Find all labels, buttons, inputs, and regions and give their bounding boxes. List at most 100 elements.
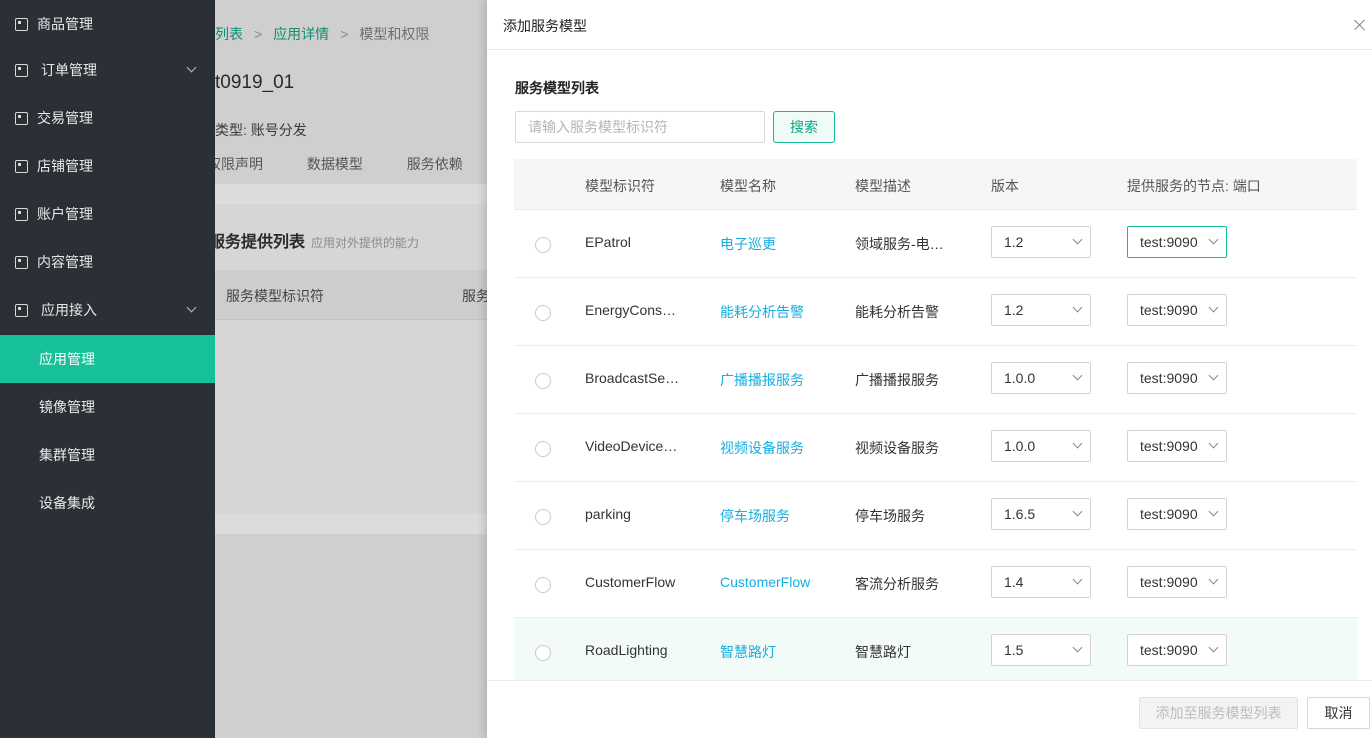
chevron-down-icon <box>186 62 197 73</box>
row-radio[interactable] <box>535 305 551 321</box>
card-subtitle: 应用对外提供的能力 <box>311 236 420 250</box>
content-icon <box>15 255 28 269</box>
version-value: 1.0.0 <box>1004 438 1036 454</box>
app-access-icon <box>15 303 28 317</box>
row-radio[interactable] <box>535 577 551 593</box>
table-row[interactable]: EnergyConsumption 能耗分析告警 能耗分析告警 1.2 test… <box>514 278 1357 346</box>
model-id: RoadLighting <box>585 642 668 658</box>
row-radio[interactable] <box>535 237 551 253</box>
version-value: 1.4 <box>1004 574 1024 590</box>
node-value: test:9090 <box>1140 506 1198 522</box>
service-model-table: 模型标识符 模型名称 模型描述 版本 提供服务的节点: 端口 EPatrol 电… <box>514 159 1357 686</box>
model-id: CustomerFlow <box>585 574 676 590</box>
sidebar-subitem-cluster-management[interactable]: 集群管理 <box>0 431 215 479</box>
model-name-link[interactable]: 能耗分析告警 <box>720 302 818 322</box>
node-select[interactable]: test:9090 <box>1127 634 1227 666</box>
breadcrumb-link-app-detail[interactable]: 应用详情 <box>273 26 329 42</box>
table-row[interactable]: parking 停车场服务 停车场服务 1.6.5 test:9090 <box>514 482 1357 550</box>
sidebar-subitem-image-management[interactable]: 镜像管理 <box>0 383 215 431</box>
page-header: 列表>应用详情>模型和权限 t0919_01 类型: 账号分发 权限声明 数据模… <box>215 0 487 184</box>
add-service-model-drawer: 添加服务模型 服务模型列表 搜索 模型标识符 模型名称 模型描述 版本 提供服务… <box>487 0 1372 738</box>
version-select[interactable]: 1.0.0 <box>991 430 1091 462</box>
sidebar: 商品管理 订单管理 交易管理 店铺管理 账户管理 内容管理 应用接入 应用管理 … <box>0 0 215 738</box>
add-to-list-button[interactable]: 添加至服务模型列表 <box>1139 697 1298 729</box>
version-value: 1.6.5 <box>1004 506 1036 522</box>
row-radio[interactable] <box>535 441 551 457</box>
table-row[interactable]: EPatrol 电子巡更 领域服务-电子巡更 1.2 test:9090 <box>514 210 1357 278</box>
table-row[interactable]: CustomerFlow CustomerFlow 客流分析服务 1.4 tes… <box>514 550 1357 618</box>
sidebar-item-accounts[interactable]: 账户管理 <box>0 190 215 238</box>
tab-data-model[interactable]: 数据模型 <box>307 156 363 172</box>
row-radio[interactable] <box>535 373 551 389</box>
table-row[interactable]: BroadcastService 广播播报服务 广播播报服务 1.0.0 tes… <box>514 346 1357 414</box>
background-page: 列表>应用详情>模型和权限 t0919_01 类型: 账号分发 权限声明 数据模… <box>215 0 487 738</box>
breadcrumb-link-list[interactable]: 列表 <box>215 26 243 42</box>
node-select[interactable]: test:9090 <box>1127 226 1227 258</box>
sidebar-item-orders[interactable]: 订单管理 <box>0 46 215 94</box>
row-radio[interactable] <box>535 645 551 661</box>
model-desc: 领域服务-电子巡更 <box>855 236 953 252</box>
chevron-down-icon <box>1072 506 1083 517</box>
drawer-title: 添加服务模型 <box>503 18 587 34</box>
app-type-label: 类型: 账号分发 <box>215 122 307 138</box>
version-select[interactable]: 1.2 <box>991 226 1091 258</box>
node-select[interactable]: test:9090 <box>1127 566 1227 598</box>
sidebar-item-products[interactable]: 商品管理 <box>0 0 215 48</box>
grid-icon <box>15 17 28 31</box>
version-select[interactable]: 1.4 <box>991 566 1091 598</box>
drawer-footer: 添加至服务模型列表 取消 <box>487 680 1372 738</box>
model-name-link[interactable]: 广播播报服务 <box>720 370 818 390</box>
model-desc: 能耗分析告警 <box>855 304 939 320</box>
chevron-down-icon <box>1208 506 1219 517</box>
service-provider-card: 服务提供列表 应用对外提供的能力 服务模型标识符 服务 <box>215 204 487 514</box>
close-icon[interactable] <box>1354 19 1366 31</box>
version-value: 1.5 <box>1004 642 1024 658</box>
sidebar-item-stores[interactable]: 店铺管理 <box>0 142 215 190</box>
column-header: 服务模型标识符 <box>226 288 324 304</box>
sidebar-subitem-device-integration[interactable]: 设备集成 <box>0 479 215 527</box>
row-radio[interactable] <box>535 509 551 525</box>
column-header-desc: 模型描述 <box>855 178 911 194</box>
node-select[interactable]: test:9090 <box>1127 294 1227 326</box>
sidebar-subitem-app-management[interactable]: 应用管理 <box>0 335 215 383</box>
tab-service-dependency[interactable]: 服务依赖 <box>407 156 463 172</box>
version-select[interactable]: 1.5 <box>991 634 1091 666</box>
search-button[interactable]: 搜索 <box>773 111 835 143</box>
table-row[interactable]: RoadLighting 智慧路灯 智慧路灯 1.5 test:9090 <box>514 618 1357 686</box>
version-select[interactable]: 1.6.5 <box>991 498 1091 530</box>
chevron-down-icon <box>186 302 197 313</box>
version-value: 1.2 <box>1004 234 1024 250</box>
node-select[interactable]: test:9090 <box>1127 430 1227 462</box>
tab-permissions[interactable]: 权限声明 <box>215 156 263 172</box>
node-value: test:9090 <box>1140 574 1198 590</box>
version-select[interactable]: 1.2 <box>991 294 1091 326</box>
model-desc: 停车场服务 <box>855 508 925 524</box>
node-value: test:9090 <box>1140 234 1198 250</box>
model-name-link[interactable]: CustomerFlow <box>720 574 818 590</box>
sidebar-item-app-access[interactable]: 应用接入 <box>0 286 215 334</box>
table-row[interactable]: VideoDeviceService 视频设备服务 视频设备服务 1.0.0 t… <box>514 414 1357 482</box>
node-value: test:9090 <box>1140 302 1198 318</box>
node-select[interactable]: test:9090 <box>1127 498 1227 530</box>
sidebar-item-label: 账户管理 <box>37 206 93 222</box>
chevron-down-icon <box>1208 370 1219 381</box>
cancel-button[interactable]: 取消 <box>1307 697 1370 729</box>
chevron-down-icon <box>1072 574 1083 585</box>
model-name-link[interactable]: 电子巡更 <box>720 234 818 254</box>
drawer-header: 添加服务模型 <box>487 0 1372 50</box>
sidebar-item-transactions[interactable]: 交易管理 <box>0 94 215 142</box>
version-value: 1.2 <box>1004 302 1024 318</box>
card-title-text: 服务提供列表 <box>215 234 306 251</box>
model-name-link[interactable]: 视频设备服务 <box>720 438 818 458</box>
model-desc: 视频设备服务 <box>855 440 939 456</box>
sidebar-item-content[interactable]: 内容管理 <box>0 238 215 286</box>
column-header-node: 提供服务的节点: 端口 <box>1127 178 1261 194</box>
node-select[interactable]: test:9090 <box>1127 362 1227 394</box>
model-name-link[interactable]: 停车场服务 <box>720 506 818 526</box>
list-icon <box>15 63 28 77</box>
search-input[interactable] <box>515 111 765 143</box>
sidebar-item-label: 集群管理 <box>39 447 95 463</box>
model-name-link[interactable]: 智慧路灯 <box>720 642 818 662</box>
breadcrumb-current: 模型和权限 <box>359 26 430 42</box>
version-select[interactable]: 1.0.0 <box>991 362 1091 394</box>
